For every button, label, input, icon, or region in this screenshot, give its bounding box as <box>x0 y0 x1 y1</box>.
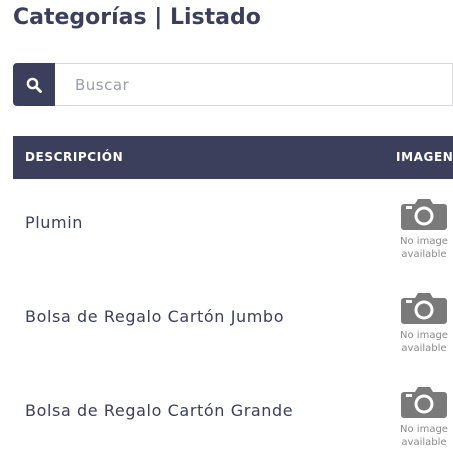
no-image-text-line1: No image <box>400 424 448 435</box>
row-description: Bolsa de Regalo Cartón Grande <box>25 401 294 420</box>
camera-icon <box>401 293 447 324</box>
row-description: Plumin <box>25 213 84 232</box>
search-icon <box>26 77 42 93</box>
no-image-placeholder: No image available <box>395 291 453 355</box>
table-row: Plumin No image available <box>13 179 453 273</box>
search-button[interactable] <box>13 63 55 106</box>
column-header-image[interactable]: IMAGEN <box>396 150 453 164</box>
table-row: Bolsa de Regalo Cartón Grande No image a… <box>13 367 453 461</box>
search-bar <box>13 63 453 106</box>
no-image-text-line1: No image <box>400 236 448 247</box>
column-header-description[interactable]: DESCRIPCIÓN <box>25 150 123 164</box>
no-image-text-line1: No image <box>400 330 448 341</box>
camera-icon <box>401 387 447 418</box>
no-image-text-line2: available <box>401 437 447 448</box>
no-image-placeholder: No image available <box>395 197 453 261</box>
table-row: Bolsa de Regalo Cartón Jumbo No image av… <box>13 273 453 367</box>
no-image-text-line2: available <box>401 249 447 260</box>
search-input[interactable] <box>55 63 453 106</box>
no-image-text-line2: available <box>401 343 447 354</box>
camera-icon <box>401 199 447 230</box>
table-header: DESCRIPCIÓN IMAGEN <box>13 136 453 179</box>
row-description: Bolsa de Regalo Cartón Jumbo <box>25 307 285 326</box>
no-image-placeholder: No image available <box>395 385 453 449</box>
page-title: Categorías | Listado <box>13 5 261 30</box>
